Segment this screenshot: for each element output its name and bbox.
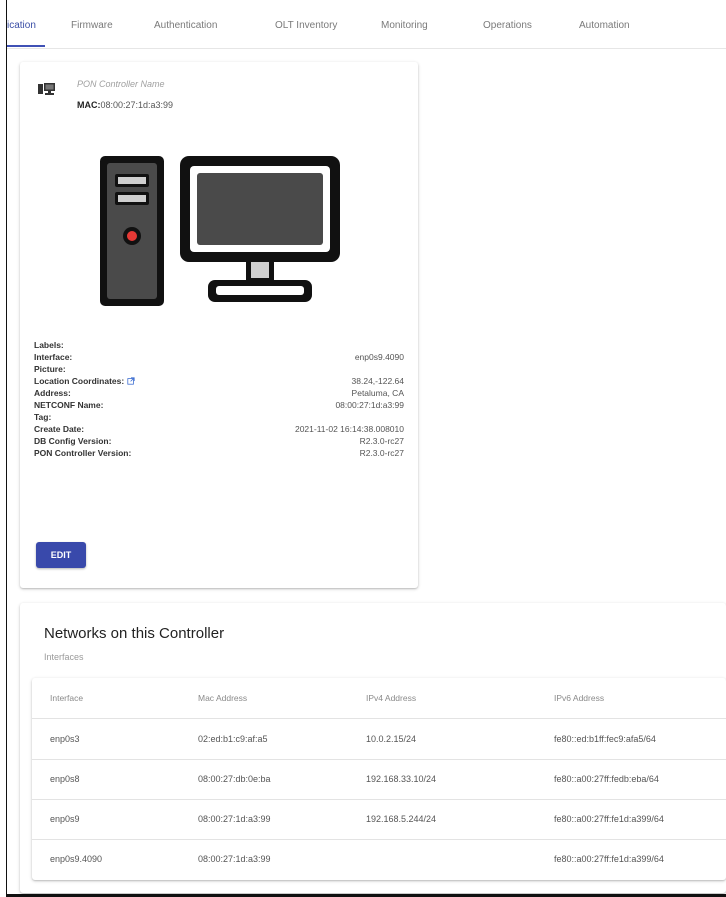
tab-firmware[interactable]: Firmware xyxy=(71,20,113,31)
cell-ipv4: 192.168.33.10/24 xyxy=(366,774,437,784)
prop-key: Labels: xyxy=(34,340,64,350)
table-row[interactable]: enp0s3 02:ed:b1:c9:af:a5 10.0.2.15/24 fe… xyxy=(32,719,726,760)
prop-netconf-name: NETCONF Name: 08:00:27:1d:a3:99 xyxy=(34,400,404,412)
controller-card: PON Controller Name MAC:08:00:27:1d:a3:9… xyxy=(20,62,418,588)
prop-picture: Picture: xyxy=(34,364,404,376)
prop-db-config-version: DB Config Version: R2.3.0-rc27 xyxy=(34,436,404,448)
col-header-ipv4[interactable]: IPv4 Address xyxy=(366,693,416,703)
cell-ipv4: 10.0.2.15/24 xyxy=(366,734,417,744)
table-row[interactable]: enp0s8 08:00:27:db:0e:ba 192.168.33.10/2… xyxy=(32,759,726,800)
cell-mac: 08:00:27:1d:a3:99 xyxy=(198,854,271,864)
cell-interface: enp0s8 xyxy=(50,774,80,784)
prop-key: DB Config Version: xyxy=(34,436,112,446)
cell-interface: enp0s9 xyxy=(50,814,80,824)
tab-configuration[interactable]: ication xyxy=(7,20,36,31)
prop-address: Address: Petaluma, CA xyxy=(34,388,404,400)
prop-key: Location Coordinates: xyxy=(34,376,135,386)
networks-subtitle: Interfaces xyxy=(44,652,84,662)
col-header-mac[interactable]: Mac Address xyxy=(198,693,247,703)
cell-mac: 08:00:27:1d:a3:99 xyxy=(198,814,271,824)
computer-illustration xyxy=(100,156,340,306)
prop-key: Interface: xyxy=(34,352,73,362)
controller-properties: Labels: Interface: enp0s9.4090 Picture: … xyxy=(34,340,404,460)
tab-authentication[interactable]: Authentication xyxy=(154,20,217,31)
prop-value: R2.3.0-rc27 xyxy=(359,436,404,446)
controller-mac: MAC:08:00:27:1d:a3:99 xyxy=(77,100,173,110)
edit-button[interactable]: EDIT xyxy=(36,542,86,568)
tab-automation[interactable]: Automation xyxy=(579,20,630,31)
networks-title: Networks on this Controller xyxy=(44,625,225,642)
prop-labels: Labels: xyxy=(34,340,404,352)
prop-key: NETCONF Name: xyxy=(34,400,104,410)
col-header-interface[interactable]: Interface xyxy=(50,693,83,703)
prop-value: R2.3.0-rc27 xyxy=(359,448,404,458)
tab-operations[interactable]: Operations xyxy=(483,20,532,31)
tab-monitoring[interactable]: Monitoring xyxy=(381,20,428,31)
external-link-icon[interactable] xyxy=(127,377,135,385)
prop-create-date: Create Date: 2021-11-02 16:14:38.008010 xyxy=(34,424,404,436)
prop-key: PON Controller Version: xyxy=(34,448,132,458)
prop-key: Picture: xyxy=(34,364,66,374)
table-row[interactable]: enp0s9.4090 08:00:27:1d:a3:99 fe80::a00:… xyxy=(32,839,726,879)
controller-name-placeholder: PON Controller Name xyxy=(77,79,165,89)
prop-tag: Tag: xyxy=(34,412,404,424)
tab-olt-inventory[interactable]: OLT Inventory xyxy=(275,20,337,31)
cell-mac: 02:ed:b1:c9:af:a5 xyxy=(198,734,268,744)
prop-key-text: Location Coordinates: xyxy=(34,376,125,386)
top-nav: ication Firmware Authentication OLT Inve… xyxy=(7,0,726,49)
prop-location-coordinates: Location Coordinates: 38.24,-122.64 xyxy=(34,376,404,388)
pc-small-icon xyxy=(38,83,55,95)
table-header-row: Interface Mac Address IPv4 Address IPv6 … xyxy=(32,678,726,719)
prop-value: 38.24,-122.64 xyxy=(351,376,404,386)
interfaces-table: Interface Mac Address IPv4 Address IPv6 … xyxy=(32,678,726,880)
mac-value: 08:00:27:1d:a3:99 xyxy=(100,100,174,110)
cell-mac: 08:00:27:db:0e:ba xyxy=(198,774,271,784)
prop-value: Petaluma, CA xyxy=(351,388,404,398)
prop-pon-controller-version: PON Controller Version: R2.3.0-rc27 xyxy=(34,448,404,460)
cell-ipv6: fe80::ed:b1ff:fec9:afa5/64 xyxy=(554,734,656,744)
cell-ipv6: fe80::a00:27ff:fe1d:a399/64 xyxy=(554,854,664,864)
cell-ipv6: fe80::a00:27ff:fedb:eba/64 xyxy=(554,774,659,784)
col-header-ipv6[interactable]: IPv6 Address xyxy=(554,693,604,703)
table-row[interactable]: enp0s9 08:00:27:1d:a3:99 192.168.5.244/2… xyxy=(32,799,726,840)
cell-interface: enp0s9.4090 xyxy=(50,854,103,864)
mac-label: MAC: xyxy=(77,100,101,110)
cell-interface: enp0s3 xyxy=(50,734,80,744)
prop-value: 08:00:27:1d:a3:99 xyxy=(335,400,404,410)
left-frame-border xyxy=(6,0,7,897)
prop-key: Create Date: xyxy=(34,424,85,434)
prop-value: enp0s9.4090 xyxy=(354,352,404,362)
active-tab-indicator xyxy=(7,45,45,47)
prop-interface: Interface: enp0s9.4090 xyxy=(34,352,404,364)
prop-value: 2021-11-02 16:14:38.008010 xyxy=(294,424,404,434)
cell-ipv6: fe80::a00:27ff:fe1d:a399/64 xyxy=(554,814,664,824)
cell-ipv4: 192.168.5.244/24 xyxy=(366,814,437,824)
prop-key: Tag: xyxy=(34,412,52,422)
prop-key: Address: xyxy=(34,388,71,398)
